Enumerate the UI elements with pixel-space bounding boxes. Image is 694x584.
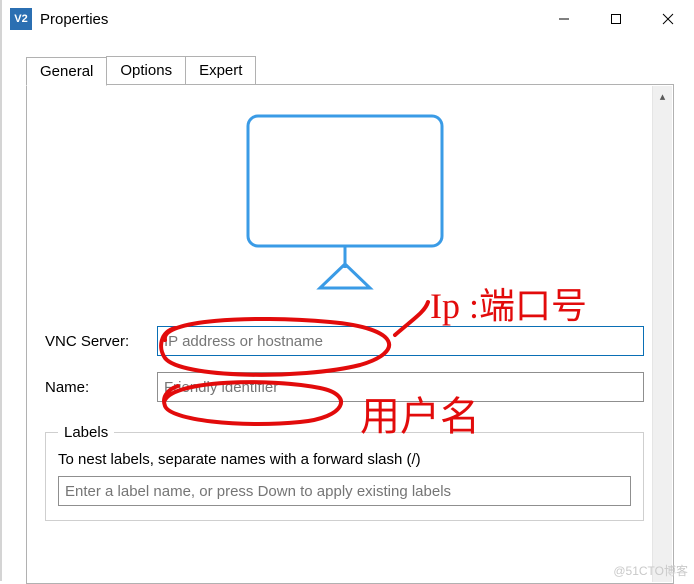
name-input[interactable] [157, 372, 644, 402]
row-name: Name: [45, 372, 644, 402]
tab-strip: General Options Expert [26, 56, 674, 85]
vnc-server-label: VNC Server: [45, 333, 157, 350]
window-controls [538, 0, 694, 38]
titlebar: V2 Properties [2, 0, 694, 38]
close-button[interactable] [642, 0, 694, 38]
labels-help-text: To nest labels, separate names with a fo… [58, 451, 631, 468]
watermark: @51CTO博客 [613, 562, 688, 579]
labels-input[interactable] [58, 476, 631, 506]
tab-options[interactable]: Options [106, 56, 186, 85]
minimize-button[interactable] [538, 0, 590, 38]
row-vnc-server: VNC Server: [45, 326, 644, 356]
minimize-icon [558, 13, 570, 25]
properties-window: V2 Properties General Options Expert [0, 0, 694, 581]
vnc-app-icon: V2 [10, 8, 32, 30]
content-area: General Options Expert VNC Server: Name: [2, 38, 694, 581]
close-icon [662, 13, 674, 25]
labels-fieldset: Labels To nest labels, separate names wi… [45, 424, 644, 521]
vnc-server-input[interactable] [157, 326, 644, 356]
tab-general[interactable]: General [26, 57, 107, 86]
name-label: Name: [45, 379, 157, 396]
tab-expert[interactable]: Expert [185, 56, 256, 85]
vertical-scrollbar[interactable]: ▴ [652, 86, 672, 582]
window-title: Properties [40, 11, 108, 28]
labels-legend: Labels [58, 424, 114, 441]
panel-main: VNC Server: Name: Labels To nest labels,… [45, 100, 644, 568]
tab-panel-general: VNC Server: Name: Labels To nest labels,… [26, 84, 674, 584]
maximize-button[interactable] [590, 0, 642, 38]
maximize-icon [610, 13, 622, 25]
monitor-icon [240, 110, 450, 290]
scroll-up-icon[interactable]: ▴ [653, 90, 672, 103]
